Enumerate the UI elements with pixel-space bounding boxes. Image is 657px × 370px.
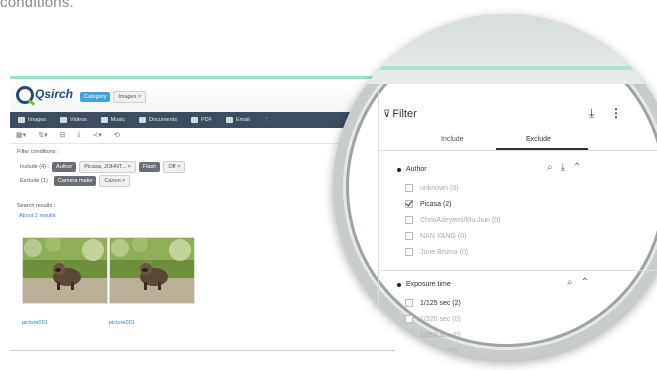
video-icon [60,117,68,123]
active-tab-indicator [496,148,588,150]
raccoon-dog-photo [23,238,107,303]
panel-border [378,92,379,360]
author-option[interactable]: Picasa (2) [405,200,452,208]
checkbox[interactable] [405,216,413,224]
document-icon [139,117,147,123]
checkbox-checked[interactable] [405,200,413,208]
nav-email[interactable]: Email [225,117,250,123]
exclude-label: Exclude (1) : [20,178,51,184]
canon-value-chip[interactable]: Canon × [99,175,131,187]
tabs-divider [379,150,657,151]
exposure-option[interactable]: 1/60 sec (0) [405,347,457,355]
flash-condition-chip[interactable]: Flash [138,162,161,172]
email-icon [225,117,233,123]
results-count: About 2 results [19,213,56,219]
author-option[interactable]: June Bruma (0) [405,248,468,256]
category-chip[interactable]: Category [80,92,111,102]
images-chip[interactable]: Images × [113,91,147,103]
magnifier-lens: ⊽ Filter ⤓ ⋮ Include Exclude Author ⌕ ⤓ … [333,14,657,360]
search-results-label: Search results : [17,203,56,209]
magnified-header [333,14,657,84]
more-icon: ⋮ [263,117,270,123]
caption-text: conditions. [0,0,74,11]
section-divider [379,270,657,271]
exposure-section-title: Exposure time [406,281,451,288]
result-filename[interactable]: picture001 [109,320,135,326]
nav-documents[interactable]: Documents [139,117,177,123]
result-filename[interactable]: picture001 [22,320,48,326]
camera-make-chip[interactable]: Camera make [53,176,97,186]
checkbox[interactable] [405,232,413,240]
exclude-conditions-row: Exclude (1) : Camera make Canon × [20,175,131,187]
checkbox[interactable] [405,315,413,323]
bullet-icon [397,282,401,287]
author-section-header[interactable]: Author [397,166,427,173]
music-icon [100,117,108,123]
flash-value-chip[interactable]: Off × [163,161,186,173]
tab-include[interactable]: Include [441,136,464,143]
nav-music[interactable]: Music [100,117,125,123]
filter-conditions-label: Filter conditions : [17,149,59,155]
logo-magnifier-icon [16,86,34,104]
filter-icon: ⊽ [383,108,391,120]
logo-text: Qsirch [35,87,74,101]
magnified-filter-panel: ⊽ Filter ⤓ ⋮ Include Exclude Author ⌕ ⤓ … [333,14,657,360]
camera-icon [18,117,25,123]
nav-videos[interactable]: Videos [60,117,87,123]
checkbox[interactable] [405,347,413,355]
search-icon[interactable]: ⌕ [567,277,573,288]
author-value-chip[interactable]: Picasa, JOHNT... × [79,161,136,173]
filter-title: ⊽ Filter [383,108,417,120]
result-thumbnail[interactable] [22,237,108,304]
results-toolbar: ▦▾ ⇅▾ ⊟ ⤓ ≺▾ ⟲ [16,131,120,139]
search-icon[interactable]: ⌕ [547,162,553,173]
author-condition-chip[interactable]: Author [52,162,77,172]
checkbox[interactable] [405,248,413,256]
download-icon[interactable]: ⤓ [561,162,565,173]
share-icon[interactable]: ≺▾ [93,131,102,139]
checkbox[interactable] [405,331,413,339]
pdf-icon [190,117,198,123]
author-option[interactable]: ChrisAdeyemi/Mu Jiun (0) [405,216,501,224]
checkbox[interactable] [405,299,413,307]
refresh-icon[interactable]: ⟲ [114,131,120,139]
result-thumbnail[interactable] [109,237,195,304]
collapse-icon[interactable]: ⌃ [573,162,581,173]
nav-pdf[interactable]: PDF [190,117,212,123]
author-section-actions: ⌕ ⤓ ⌃ [547,162,581,173]
include-label: Include (4) : [20,164,50,170]
filter-title-text: Filter [392,108,417,120]
checkbox[interactable] [405,184,413,192]
author-option[interactable]: NAN YANG (0) [405,232,466,240]
exposure-section-actions: ⌕ ⌃ [567,277,589,288]
sort-icon[interactable]: ⇅▾ [38,131,47,139]
search-chips: Category Images × [80,91,147,103]
download-icon[interactable]: ⤓ [77,131,80,139]
include-conditions-row: Include (4) : Author Picasa, JOHNT... × … [20,161,186,173]
author-option[interactable]: unknown (8) [405,184,459,192]
qsirch-logo[interactable]: Qsirch [16,86,74,106]
exposure-option[interactable]: 1/250 sec (0) [405,331,461,339]
raccoon-dog-photo [110,238,194,303]
tab-exclude[interactable]: Exclude [526,136,551,143]
download-icon[interactable]: ⤓ [589,106,594,121]
author-section-title: Author [406,166,427,173]
exposure-option[interactable]: 1/320 sec (0) [405,315,461,323]
more-menu-icon[interactable]: ⋮ [610,106,622,120]
view-mode-icon[interactable]: ▦▾ [16,131,26,139]
exposure-section-header[interactable]: Exposure time [397,281,451,288]
nav-more[interactable]: ⋮ [264,117,270,123]
nav-images[interactable]: Images [18,117,46,123]
exposure-option[interactable]: 1/125 sec (2) [405,299,461,307]
select-icon[interactable]: ⊟ [60,131,66,139]
bullet-icon [397,167,401,172]
collapse-icon[interactable]: ⌃ [581,277,589,288]
